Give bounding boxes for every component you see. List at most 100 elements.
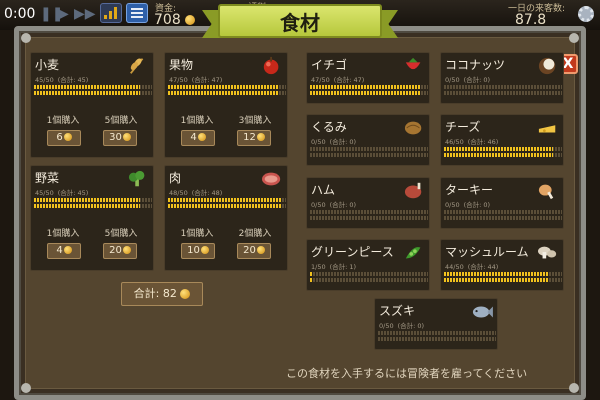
stock-bar — [168, 85, 286, 96]
ingredient-card: 小麦 45/50 (合計: 45) 1個購入 5個購入 6 30 — [30, 52, 154, 158]
stock-bar-row-2 — [34, 91, 152, 95]
buy-option-2-button[interactable]: 12 — [237, 130, 271, 146]
coin-icon — [185, 15, 196, 25]
fast-forward-icon[interactable]: ▶▶ — [74, 5, 96, 23]
stock-count: 47/50 (合計: 47) — [169, 76, 223, 84]
menu-list-icon[interactable] — [126, 3, 148, 23]
stock-bar-row-2 — [310, 153, 428, 157]
total-cost-button[interactable]: 合計: 82 — [121, 282, 203, 306]
coin-icon — [256, 133, 265, 141]
ingredient-card[interactable]: ココナッツ 0/50 (合計: 0) — [440, 52, 564, 104]
ingredient-card: 肉 48/50 (合計: 48) 1個購入 2個購入 10 20 — [164, 165, 288, 271]
buy-option-2-button[interactable]: 30 — [103, 130, 137, 146]
stock-bar-row-2 — [444, 216, 562, 220]
stock-bar — [168, 198, 286, 209]
rivet — [21, 33, 31, 43]
buy-option-2-button[interactable]: 20 — [103, 243, 137, 259]
coin-icon — [180, 289, 191, 299]
ingredient-name: マッシュルーム — [445, 245, 529, 259]
buy-option-1-button[interactable]: 4 — [47, 243, 81, 259]
cheese-icon — [537, 118, 559, 138]
buy-option-2-label: 5個購入 — [104, 116, 138, 126]
strawberry-icon — [403, 56, 425, 76]
broccoli-icon — [127, 169, 149, 189]
stock-bar — [310, 272, 428, 283]
stock-bar-row-2 — [168, 91, 286, 95]
stock-bar-row-2 — [310, 216, 428, 220]
fish-icon — [471, 302, 493, 322]
buy-option-1-label: 1個購入 — [180, 116, 214, 126]
ingredient-name: グリーンピース — [311, 245, 394, 259]
stock-bar-row-2 — [310, 91, 428, 95]
rivet — [569, 33, 579, 43]
buy-option-2-label: 3個購入 — [238, 116, 272, 126]
buy-option-1-button[interactable]: 6 — [47, 130, 81, 146]
ingredient-card[interactable]: スズキ 0/50 (合計: 0) — [374, 298, 498, 350]
ingredient-name: イチゴ — [311, 58, 348, 72]
stock-count: 47/50 (合計: 47) — [311, 76, 365, 84]
ingredient-card[interactable]: チーズ 46/50 (合計: 46) — [440, 114, 564, 166]
stock-count: 46/50 (合計: 46) — [445, 138, 499, 146]
stock-bar — [34, 198, 152, 209]
stock-bar-row-2 — [168, 204, 286, 208]
ingredient-card[interactable]: グリーンピース 1/50 (合計: 1) — [306, 239, 430, 291]
apple-icon — [261, 56, 283, 76]
ham-icon — [403, 181, 425, 201]
ingredient-card[interactable]: マッシュルーム 44/50 (合計: 44) — [440, 239, 564, 291]
game-clock: 0:00 — [4, 6, 36, 22]
stock-bar-row-1 — [444, 85, 562, 89]
ingredient-name: 小麦 — [35, 58, 60, 72]
stock-count: 0/50 (合計: 0) — [379, 322, 425, 330]
stock-bar — [444, 147, 562, 158]
peas-icon — [403, 243, 425, 263]
stock-bar-row-1 — [444, 210, 562, 214]
stock-bar-row-1 — [34, 85, 152, 89]
settings-gear-icon[interactable] — [578, 6, 594, 22]
buy-option-1-button[interactable]: 4 — [181, 130, 215, 146]
stock-bar-row-1 — [34, 198, 152, 202]
stock-count: 48/50 (合計: 48) — [169, 189, 223, 197]
buy-option-1-label: 1個購入 — [180, 229, 214, 239]
title-ribbon: 食材 — [202, 2, 398, 42]
stock-bar-row-1 — [444, 272, 562, 276]
turkey-icon — [537, 181, 559, 201]
mushroom-icon — [537, 243, 559, 263]
stock-bar — [310, 85, 428, 96]
meat-icon — [261, 169, 283, 189]
stock-bar — [34, 85, 152, 96]
buy-option-1-button[interactable]: 10 — [181, 243, 215, 259]
coin-icon — [122, 246, 131, 254]
stock-bar-row-2 — [34, 204, 152, 208]
walnut-icon — [403, 118, 425, 138]
stock-bar — [378, 331, 496, 342]
ingredient-name: 果物 — [169, 58, 194, 72]
ingredient-name: チーズ — [445, 120, 481, 134]
ingredient-card[interactable]: くるみ 0/50 (合計: 0) — [306, 114, 430, 166]
ingredient-card: 野菜 45/50 (合計: 45) 1個購入 5個購入 4 20 — [30, 165, 154, 271]
stock-count: 0/50 (合計: 0) — [445, 76, 491, 84]
coin-icon — [63, 246, 72, 254]
buy-option-2-button[interactable]: 20 — [237, 243, 271, 259]
stock-count: 45/50 (合計: 45) — [35, 76, 89, 84]
hire-adventurer-hint: この食材を入手するには冒険者を雇ってください — [286, 367, 528, 380]
stats-chart-icon[interactable] — [100, 3, 122, 23]
ingredient-name: 野菜 — [35, 171, 60, 185]
ingredient-card[interactable]: イチゴ 47/50 (合計: 47) — [306, 52, 430, 104]
stock-bar-row-1 — [444, 147, 562, 151]
stock-count: 45/50 (合計: 45) — [35, 189, 89, 197]
ingredient-name: ハム — [311, 183, 336, 197]
stock-bar — [444, 210, 562, 221]
play-icon[interactable]: ▶ — [58, 5, 69, 23]
ingredient-name: スズキ — [379, 304, 416, 318]
coin-icon — [63, 133, 72, 141]
stock-count: 0/50 (合計: 0) — [311, 138, 357, 146]
stock-bar — [310, 210, 428, 221]
stock-bar-row-1 — [168, 85, 286, 89]
stock-count: 0/50 (合計: 0) — [445, 201, 491, 209]
stock-bar — [444, 272, 562, 283]
ingredient-card[interactable]: ハム 0/50 (合計: 0) — [306, 177, 430, 229]
ingredient-card[interactable]: ターキー 0/50 (合計: 0) — [440, 177, 564, 229]
rivet — [569, 383, 579, 393]
buy-option-2-label: 5個購入 — [104, 229, 138, 239]
buy-option-1-label: 1個購入 — [46, 229, 80, 239]
